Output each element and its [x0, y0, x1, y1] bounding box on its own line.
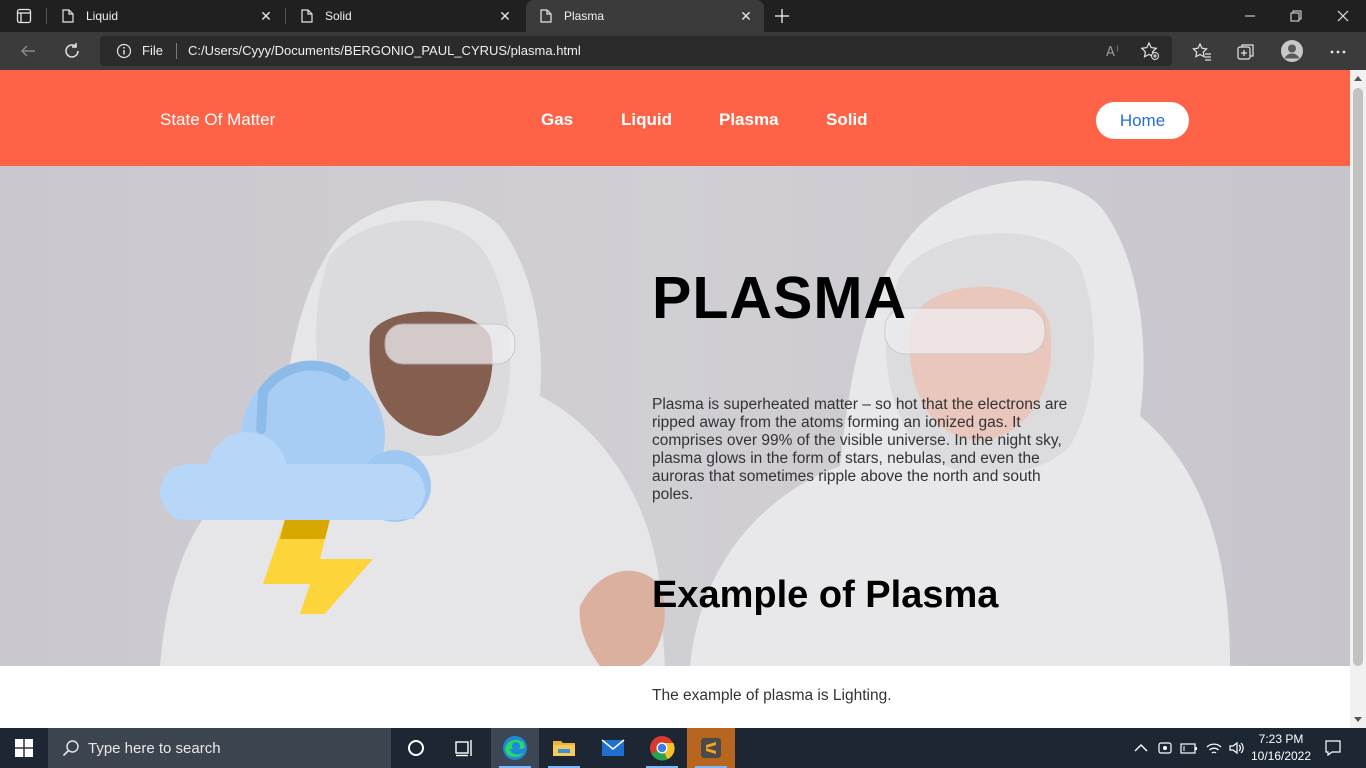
- scroll-up-icon[interactable]: [1354, 76, 1362, 81]
- tab-separator: [285, 8, 286, 24]
- divider: [176, 43, 177, 59]
- close-window-icon[interactable]: [1320, 0, 1366, 32]
- back-icon[interactable]: [14, 37, 42, 65]
- site-brand[interactable]: State Of Matter: [160, 110, 275, 130]
- sublime-text-icon[interactable]: [687, 728, 735, 768]
- tab-title: Plasma: [564, 9, 605, 23]
- file-explorer-icon[interactable]: [540, 728, 588, 768]
- browser-toolbar: File C:/Users/Cyyy/Documents/BERGONIO_PA…: [0, 32, 1366, 70]
- tab-title: Solid: [325, 9, 352, 23]
- address-bar[interactable]: File C:/Users/Cyyy/Documents/BERGONIO_PA…: [100, 36, 1172, 66]
- site-navbar: State Of Matter Gas Liquid Plasma Solid …: [0, 70, 1350, 166]
- read-aloud-icon[interactable]: A): [1104, 41, 1124, 61]
- tab-plasma[interactable]: Plasma ✕: [526, 0, 764, 32]
- scroll-down-icon[interactable]: [1354, 717, 1362, 722]
- page-scrollbar[interactable]: [1350, 70, 1366, 728]
- page-icon: [299, 8, 315, 24]
- tab-actions-icon[interactable]: [6, 4, 42, 28]
- url-text[interactable]: C:/Users/Cyyy/Documents/BERGONIO_PAUL_CY…: [188, 43, 581, 58]
- chrome-icon[interactable]: [638, 728, 686, 768]
- nav-link-gas[interactable]: Gas: [541, 110, 573, 130]
- taskbar-clock[interactable]: 7:23 PM 10/16/2022: [1250, 731, 1312, 765]
- tab-liquid[interactable]: Liquid ✕: [48, 0, 284, 32]
- page-icon: [538, 8, 554, 24]
- page-title: PLASMA: [652, 265, 908, 331]
- tab-separator: [46, 8, 47, 24]
- more-options-icon[interactable]: [1327, 41, 1349, 63]
- minimize-icon[interactable]: [1227, 0, 1273, 32]
- windows-taskbar: Type here to search 7:23 PM 10/16/2022: [0, 728, 1366, 768]
- collections-icon[interactable]: [1235, 41, 1257, 63]
- refresh-icon[interactable]: [58, 37, 86, 65]
- show-hidden-icons-icon[interactable]: [1131, 738, 1151, 758]
- restore-icon[interactable]: [1273, 0, 1319, 32]
- info-icon[interactable]: [116, 43, 132, 59]
- meet-now-icon[interactable]: [1155, 738, 1175, 758]
- example-heading: Example of Plasma: [652, 574, 999, 616]
- clock-time: 7:23 PM: [1258, 732, 1304, 746]
- search-placeholder: Type here to search: [88, 739, 221, 757]
- example-text: The example of plasma is Lighting.: [652, 687, 892, 704]
- close-tab-icon[interactable]: ✕: [493, 4, 517, 28]
- nav-link-liquid[interactable]: Liquid: [621, 110, 672, 130]
- close-tab-icon[interactable]: ✕: [254, 4, 278, 28]
- battery-icon[interactable]: [1179, 738, 1199, 758]
- cortana-icon[interactable]: [392, 728, 440, 768]
- windows-start-icon[interactable]: [0, 728, 48, 768]
- scroll-thumb[interactable]: [1353, 88, 1363, 666]
- new-tab-icon[interactable]: [770, 4, 794, 28]
- page-icon: [60, 8, 76, 24]
- tab-solid[interactable]: Solid ✕: [287, 0, 523, 32]
- plasma-description: Plasma is superheated matter – so hot th…: [652, 396, 1068, 503]
- hero-section: PLASMA Plasma is superheated matter – so…: [0, 166, 1350, 666]
- scheme-label: File: [142, 43, 163, 58]
- tab-title: Liquid: [86, 9, 119, 23]
- browser-tab-strip: Liquid ✕ Solid ✕ Plasma ✕: [0, 0, 1366, 32]
- profile-avatar-icon[interactable]: [1280, 39, 1304, 63]
- nav-link-plasma[interactable]: Plasma: [719, 110, 779, 130]
- close-tab-icon[interactable]: ✕: [734, 4, 758, 28]
- clock-date: 10/16/2022: [1250, 749, 1312, 763]
- nav-link-solid[interactable]: Solid: [826, 110, 868, 130]
- add-favorite-icon[interactable]: [1140, 41, 1160, 61]
- search-icon: [62, 739, 80, 757]
- notifications-icon[interactable]: [1323, 738, 1343, 758]
- page-viewport: State Of Matter Gas Liquid Plasma Solid …: [0, 70, 1350, 728]
- home-button[interactable]: Home: [1096, 102, 1189, 139]
- cloud-lightning-icon: [160, 360, 431, 614]
- volume-icon[interactable]: [1227, 738, 1247, 758]
- svg-text:A: A: [1106, 45, 1115, 59]
- edge-icon[interactable]: [491, 728, 539, 768]
- favorites-icon[interactable]: [1191, 41, 1213, 63]
- taskbar-search-box[interactable]: Type here to search: [48, 728, 391, 768]
- task-view-icon[interactable]: [440, 728, 488, 768]
- svg-text:): ): [1116, 45, 1119, 53]
- wifi-icon[interactable]: [1204, 738, 1224, 758]
- mail-icon[interactable]: [589, 728, 637, 768]
